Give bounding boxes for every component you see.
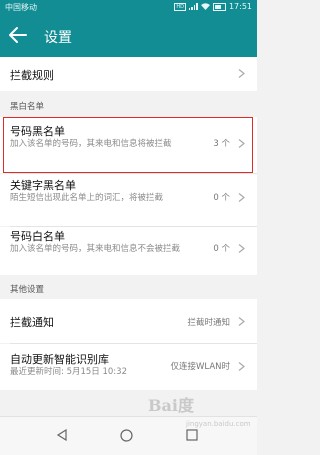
chevron-right-icon	[238, 193, 245, 202]
row-intercept-rules[interactable]: 拦截规则	[0, 57, 257, 91]
clock: 17:51	[228, 2, 252, 11]
wifi-icon	[200, 3, 210, 10]
auto-update-subtitle: 最近更新时间: 5月15日 10:32	[10, 367, 127, 377]
auto-update-title: 自动更新智能识别库	[10, 353, 109, 366]
keyword-blacklist-title: 关键字黑名单	[10, 179, 76, 192]
row-intercept-notify[interactable]: 拦截通知 拦截时通知	[0, 299, 257, 343]
watermark-logo: Bai度	[148, 396, 194, 415]
signal-icon	[188, 3, 198, 10]
page-title: 设置	[44, 30, 72, 46]
row-auto-update[interactable]: 自动更新智能识别库 最近更新时间: 5月15日 10:32 仅连接WLAN时	[0, 344, 257, 390]
status-bar: 中国移动 HD 17:51	[0, 0, 257, 14]
section-black-white-list: 黑白名单	[10, 102, 45, 112]
triangle-back-icon[interactable]	[56, 429, 68, 441]
keyword-blacklist-count: 0 个	[213, 193, 230, 203]
chevron-right-icon	[238, 244, 245, 253]
row-phone-whitelist[interactable]: 号码白名单 加入该名单的号码，其来电和信息不会被拦截 0 个	[0, 227, 257, 275]
row-keyword-blacklist[interactable]: 关键字黑名单 陌生短信出现此名单上的词汇，将被拦截 0 个	[0, 174, 257, 226]
carrier-label: 中国移动	[5, 3, 37, 12]
keyword-blacklist-subtitle: 陌生短信出现此名单上的词汇，将被拦截	[10, 193, 164, 203]
phone-whitelist-count: 0 个	[213, 244, 230, 254]
section-other-settings: 其他设置	[10, 285, 45, 295]
intercept-notify-title: 拦截通知	[10, 316, 54, 329]
intercept-rules-title: 拦截规则	[10, 69, 54, 82]
hd-icon: HD	[174, 2, 186, 11]
phone-whitelist-subtitle: 加入该名单的号码，其来电和信息不会被拦截	[10, 244, 181, 254]
highlight-box	[3, 117, 253, 173]
nav-bar: jingyan.baidu.com	[0, 416, 257, 455]
intercept-notify-value: 拦截时通知	[187, 318, 230, 328]
chevron-right-icon	[238, 317, 245, 326]
chevron-right-icon	[238, 69, 245, 78]
auto-update-value: 仅连接WLAN时	[170, 362, 230, 372]
watermark-url: jingyan.baidu.com	[186, 420, 251, 428]
circle-home-icon[interactable]	[120, 429, 133, 442]
square-recents-icon[interactable]	[186, 429, 198, 441]
chevron-right-icon	[238, 362, 245, 371]
arrow-left-icon[interactable]	[8, 26, 28, 44]
status-icons: HD 17:51	[174, 2, 252, 11]
battery-icon	[212, 2, 226, 11]
phone-whitelist-title: 号码白名单	[10, 230, 65, 243]
app-bar: 设置	[0, 14, 257, 57]
